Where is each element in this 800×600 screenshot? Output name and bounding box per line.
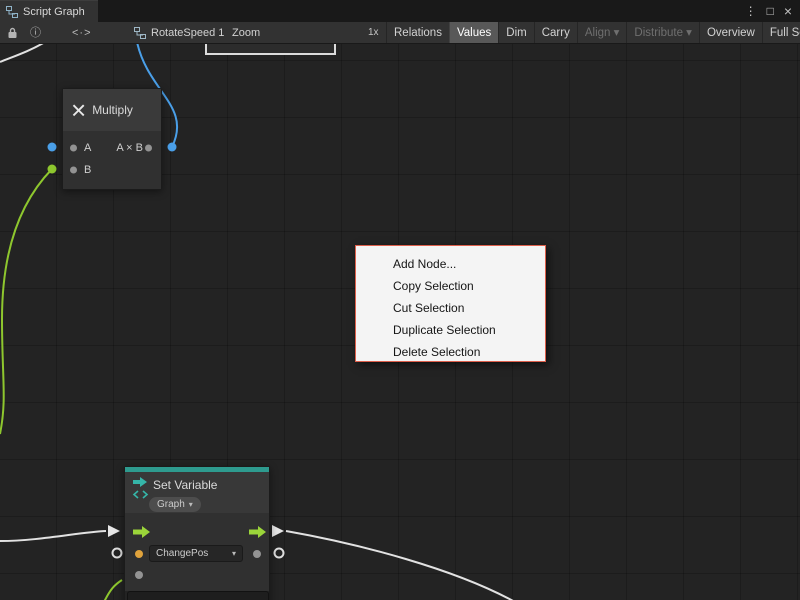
input-port-a[interactable] <box>70 145 77 152</box>
set-variable-header[interactable]: Set Variable Graph ▾ <box>125 472 269 513</box>
variable-scope-label: Graph <box>157 499 185 510</box>
zoom-label: Zoom <box>232 22 260 44</box>
value-row <box>125 563 269 587</box>
wire-white-flow-in[interactable] <box>0 531 106 541</box>
align-button[interactable]: Align ▾ <box>577 22 627 44</box>
offscreen-selected-node[interactable] <box>205 44 336 55</box>
variable-name-label: ChangePos <box>156 546 208 562</box>
wire-white-topleft[interactable] <box>0 44 45 62</box>
tab-label: Script Graph <box>23 6 85 18</box>
multiply-icon: × <box>71 97 86 123</box>
set-variable-icon <box>132 477 150 501</box>
context-menu: Add Node... Copy Selection Cut Selection… <box>355 245 546 362</box>
output-label-axb: A × B <box>116 142 143 154</box>
input-port-b[interactable] <box>70 167 77 174</box>
multiply-title: Multiply <box>92 103 133 117</box>
lock-icon[interactable] <box>7 22 18 44</box>
kebab-menu-icon[interactable]: ⋮ <box>745 0 757 22</box>
carry-button[interactable]: Carry <box>534 22 577 44</box>
multiply-node-header[interactable]: × Multiply <box>63 89 161 131</box>
input-label-b: B <box>84 164 91 176</box>
wire-green-bottom[interactable] <box>104 580 122 600</box>
zoom-value: 1x <box>368 22 379 44</box>
maximize-icon[interactable]: □ <box>767 0 774 22</box>
port-row-a: A A × B <box>63 137 161 159</box>
values-button[interactable]: Values <box>449 22 498 44</box>
unity-visual-scripting-window: Script Graph ⋮ □ × ⓘ <·> RotateSpeed 1 Z… <box>0 0 800 600</box>
variable-output-port[interactable] <box>253 550 261 558</box>
graph-canvas[interactable]: × Multiply A A × B B <box>0 44 800 600</box>
window-controls: ⋮ □ × <box>745 0 800 22</box>
distribute-button[interactable]: Distribute ▾ <box>626 22 699 44</box>
value-port-right[interactable] <box>275 549 284 558</box>
menu-item-copy-selection[interactable]: Copy Selection <box>356 275 545 297</box>
tab-script-graph[interactable]: Script Graph <box>0 0 98 22</box>
dim-button[interactable]: Dim <box>498 22 533 44</box>
port-row-b: B <box>63 159 161 181</box>
toolbar-buttons: Relations Values Dim Carry Align ▾ Distr… <box>386 22 800 44</box>
flow-input-port[interactable] <box>133 526 151 538</box>
node-bottom-field[interactable] <box>127 591 269 600</box>
info-icon[interactable]: ⓘ <box>30 22 41 44</box>
menu-item-delete-selection[interactable]: Delete Selection <box>356 341 545 363</box>
set-variable-body: ChangePos ▾ <box>125 513 269 591</box>
fullscreen-button[interactable]: Full Screen <box>762 22 800 44</box>
flow-arrowhead-in <box>108 525 120 537</box>
multiply-node-body: A A × B B <box>63 131 161 189</box>
port-endpoint-green-b[interactable] <box>48 165 57 174</box>
flow-output-port[interactable] <box>249 526 267 538</box>
multiply-node[interactable]: × Multiply A A × B B <box>62 88 162 190</box>
wire-green-left[interactable] <box>0 169 52 434</box>
variable-input-port[interactable] <box>135 550 143 558</box>
value-port-left[interactable] <box>113 549 122 558</box>
menu-item-cut-selection[interactable]: Cut Selection <box>356 297 545 319</box>
graph-breadcrumb-icon <box>134 22 146 44</box>
chevron-down-icon: ▾ <box>189 500 193 509</box>
graph-breadcrumb[interactable]: RotateSpeed 1 <box>151 22 224 44</box>
tab-bar: Script Graph ⋮ □ × <box>0 0 800 22</box>
wire-white-flow-out[interactable] <box>286 531 515 600</box>
port-endpoint-blue-out[interactable] <box>168 143 177 152</box>
menu-item-add-node[interactable]: Add Node... <box>356 253 545 275</box>
script-graph-icon <box>6 6 18 18</box>
overview-button[interactable]: Overview <box>699 22 762 44</box>
close-icon[interactable]: × <box>784 0 792 22</box>
variable-name-dropdown[interactable]: ChangePos ▾ <box>149 545 243 562</box>
graph-toolbar: ⓘ <·> RotateSpeed 1 Zoom 1x Relations Va… <box>0 22 800 44</box>
value-input-port[interactable] <box>135 571 143 579</box>
set-variable-node[interactable]: Set Variable Graph ▾ ChangePos ▾ <box>124 466 270 600</box>
variable-row: ChangePos ▾ <box>125 545 269 563</box>
menu-item-duplicate-selection[interactable]: Duplicate Selection <box>356 319 545 341</box>
chevron-down-icon: ▾ <box>232 546 236 562</box>
flow-port-row <box>125 519 269 545</box>
input-label-a: A <box>84 142 91 154</box>
code-view-icon[interactable]: <·> <box>72 22 92 44</box>
flow-arrowhead-out <box>272 525 284 537</box>
variable-scope-dropdown[interactable]: Graph ▾ <box>149 497 201 512</box>
output-port-axb[interactable] <box>145 145 152 152</box>
relations-button[interactable]: Relations <box>386 22 449 44</box>
port-endpoint-blue-a[interactable] <box>48 143 57 152</box>
set-variable-title: Set Variable <box>153 478 217 492</box>
